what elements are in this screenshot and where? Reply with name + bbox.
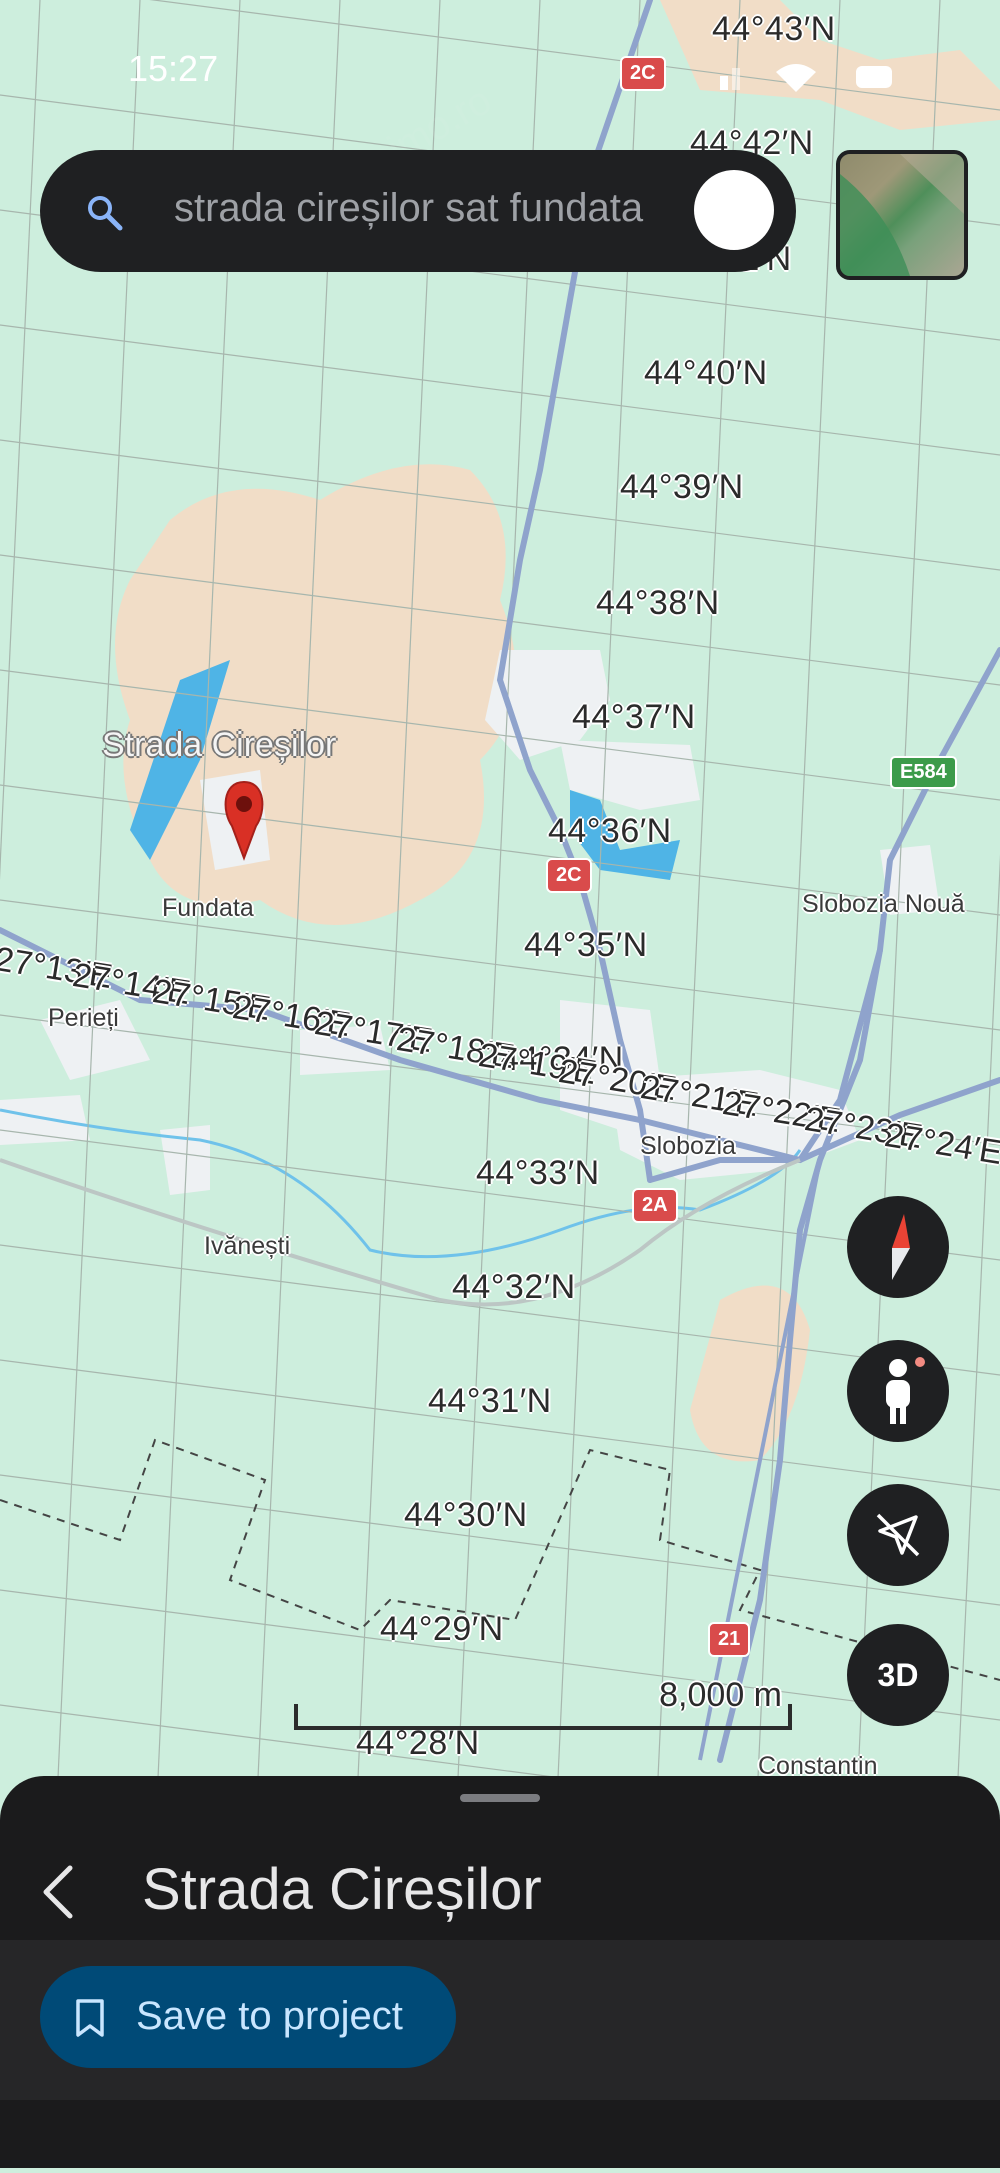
place-title: Strada Cireșilor [142, 1857, 542, 1922]
navigation-off-icon [876, 1513, 920, 1557]
back-arrow-icon[interactable] [36, 1862, 86, 1922]
latitude-label: 44°31′N [428, 1382, 552, 1420]
status-time: 15:27 [128, 48, 219, 89]
latitude-label: 44°37′N [572, 698, 696, 736]
bookmark-icon [76, 1999, 104, 2037]
search-bar[interactable]: strada cireșilor sat fundata [40, 150, 796, 272]
road-shield-2c: 2C [620, 56, 666, 91]
scale-label: 8,000 m [659, 1676, 782, 1714]
account-avatar[interactable] [694, 170, 774, 250]
place-label-perieti[interactable]: Perieți [48, 1004, 119, 1033]
latitude-label: 44°36′N [548, 812, 672, 850]
latitude-label: 44°33′N [476, 1154, 600, 1192]
search-input[interactable]: strada cireșilor sat fundata [174, 186, 706, 231]
status-icons [716, 56, 896, 96]
save-label: Save to project [136, 1994, 403, 2038]
road-shield-e584: E584 [890, 756, 957, 789]
place-label-ivanesti[interactable]: Ivănești [204, 1232, 290, 1261]
3d-label: 3D [877, 1656, 919, 1693]
scale-bar: 8,000 m [294, 1676, 794, 1732]
save-to-project-button[interactable]: Save to project [40, 1966, 456, 2068]
compass-icon [892, 1214, 910, 1280]
latitude-label: 44°35′N [524, 926, 648, 964]
search-icon[interactable] [84, 192, 124, 232]
bottom-sheet[interactable]: Strada Cireșilor Save to project [0, 1776, 1000, 2168]
compass-button[interactable] [847, 1196, 949, 1298]
latitude-label: 44°40′N [644, 354, 768, 392]
latitude-label: 44°32′N [452, 1268, 576, 1306]
latitude-label: 44°43′N [712, 10, 836, 48]
road-shield-2c: 2C [546, 858, 592, 893]
place-label-slobozia-noua[interactable]: Slobozia Nouă [802, 890, 965, 919]
road-shield-2a: 2A [632, 1188, 678, 1223]
drag-handle[interactable] [460, 1794, 540, 1802]
map-layers-button[interactable] [836, 150, 968, 280]
pegman-icon [886, 1357, 925, 1424]
latitude-label: 44°39′N [620, 468, 744, 506]
street-view-button[interactable] [847, 1340, 949, 1442]
road-shield-21: 21 [708, 1622, 751, 1657]
place-label-fundata[interactable]: Fundata [162, 894, 254, 923]
place-label-slobozia[interactable]: Slobozia [640, 1132, 736, 1161]
latitude-label: 44°30′N [404, 1496, 528, 1534]
3d-toggle-button[interactable]: 3D [847, 1624, 949, 1726]
navigation-off-button[interactable] [847, 1484, 949, 1586]
latitude-label: 44°29′N [380, 1610, 504, 1648]
marker-label[interactable]: Strada Cireșilor [102, 726, 336, 765]
latitude-label: 44°38′N [596, 584, 720, 622]
